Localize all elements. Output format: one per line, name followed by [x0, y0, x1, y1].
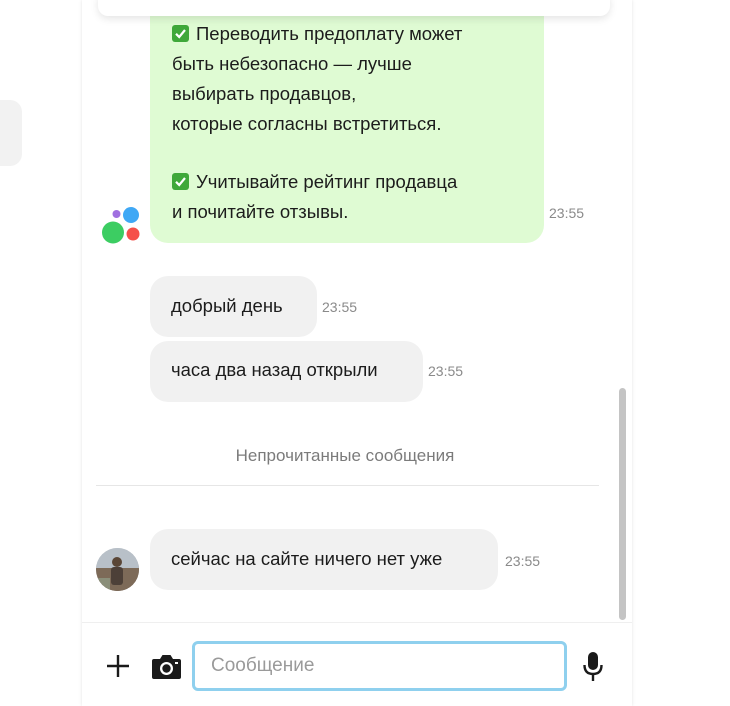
check-mark-icon [172, 173, 189, 190]
message-time: 23:55 [505, 553, 541, 569]
check-mark-icon [172, 25, 189, 42]
camera-icon[interactable] [150, 653, 183, 681]
message-bubble[interactable]: добрый день [150, 276, 317, 337]
system-message-line: выбирать продавцов, [172, 83, 357, 104]
message-text: сейчас на сайте ничего нет уже [171, 548, 443, 569]
message-time: 23:55 [549, 205, 585, 221]
message-time: 23:55 [322, 299, 358, 315]
marketplace-logo-icon [102, 207, 140, 244]
system-message-line: которые согласны встретиться. [172, 113, 442, 134]
chat-header-card [98, 0, 610, 16]
system-message-line: Учитывайте рейтинг продавца [172, 167, 457, 197]
message-time: 23:55 [428, 363, 464, 379]
system-message-line: быть небезопасно — лучше [172, 53, 412, 74]
background-list-item [0, 100, 22, 166]
message-text: добрый день [171, 295, 283, 316]
message-input[interactable] [192, 641, 567, 691]
system-message-line: Переводить предоплату может [172, 19, 462, 49]
scrollbar[interactable] [619, 388, 626, 620]
user-avatar[interactable] [96, 548, 139, 591]
message-bubble[interactable]: сейчас на сайте ничего нет уже [150, 529, 498, 590]
plus-icon[interactable] [105, 653, 131, 679]
message-text: часа два назад открыли [171, 359, 378, 380]
chat-window: Переводить предоплату может быть небезоп… [0, 0, 730, 706]
microphone-icon[interactable] [582, 651, 604, 683]
divider-line [96, 485, 599, 486]
unread-messages-divider: Непрочитанные сообщения [235, 446, 455, 465]
message-bubble[interactable]: часа два назад открыли [150, 341, 423, 402]
system-message-line: и почитайте отзывы. [172, 201, 349, 222]
